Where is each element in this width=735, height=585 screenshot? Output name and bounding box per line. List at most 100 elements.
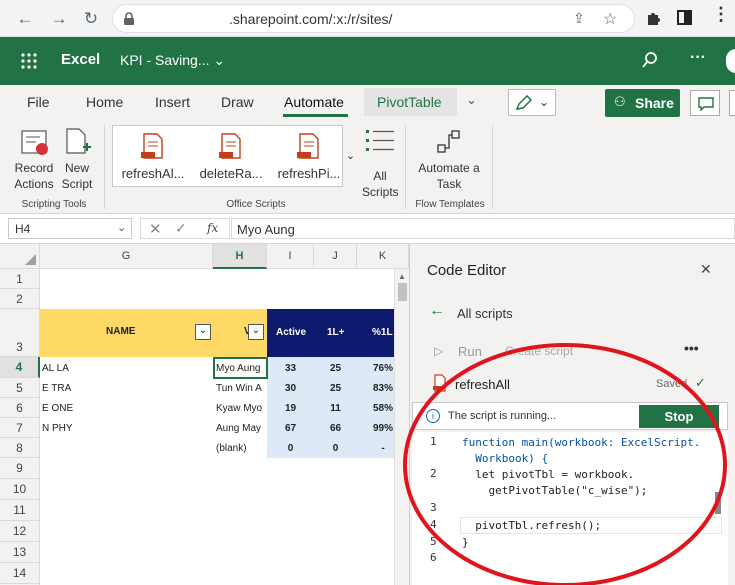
- cell-j6[interactable]: 11: [314, 403, 357, 414]
- scroll-thumb[interactable]: [398, 283, 407, 301]
- cell-j7[interactable]: 66: [314, 423, 357, 434]
- script-tile-refreshall[interactable]: refreshAl...: [115, 128, 191, 184]
- ribbon-divider: [405, 125, 406, 209]
- row-header[interactable]: 7: [0, 418, 40, 438]
- editor-title: Code Editor: [427, 262, 507, 279]
- script-tile-label: refreshAl...: [121, 166, 185, 181]
- active-tab-underline: [283, 114, 348, 117]
- tabs-overflow-chevron-icon[interactable]: ⌄: [466, 92, 477, 108]
- column-header-h[interactable]: H: [213, 244, 267, 269]
- cell-h6[interactable]: Kyaw Myo: [216, 403, 266, 414]
- column-header-k[interactable]: K: [357, 244, 409, 269]
- ribbon-divider: [492, 125, 493, 209]
- comments-button[interactable]: [690, 90, 720, 116]
- select-all-corner[interactable]: [0, 244, 40, 269]
- cell-g7[interactable]: N PHY: [42, 423, 73, 434]
- tab-file[interactable]: File: [27, 94, 50, 110]
- row-header[interactable]: 4: [0, 357, 40, 378]
- share-button[interactable]: ⚇ Share: [605, 89, 680, 117]
- cell-i5[interactable]: 30: [267, 383, 314, 394]
- back-arrow-icon[interactable]: ←: [429, 302, 445, 320]
- star-icon[interactable]: ☆: [603, 9, 617, 29]
- record-actions-button[interactable]: Record Actions: [8, 127, 60, 197]
- cell-g5[interactable]: E TRA: [42, 383, 71, 394]
- more-options-icon[interactable]: ···: [690, 49, 706, 67]
- scroll-up-icon[interactable]: ▲: [398, 272, 406, 281]
- app-name[interactable]: Excel: [61, 51, 100, 68]
- row-header[interactable]: 13: [0, 542, 40, 563]
- cell-h8[interactable]: (blank): [216, 443, 266, 454]
- confirm-icon[interactable]: ✓: [175, 220, 187, 237]
- forward-icon[interactable]: →: [48, 8, 70, 30]
- cell-j5[interactable]: 25: [314, 383, 357, 394]
- cell-i7[interactable]: 67: [267, 423, 314, 434]
- formula-actions: ✕ ✓ fx: [140, 218, 230, 239]
- tab-home[interactable]: Home: [86, 94, 123, 110]
- gallery-expand-chevron-icon[interactable]: ⌄: [342, 125, 358, 187]
- script-tile-refreshpivot[interactable]: refreshPi...: [271, 128, 347, 184]
- automate-task-button[interactable]: Automate a Task: [414, 127, 484, 197]
- url-redacted: [143, 12, 229, 26]
- name-box[interactable]: H4 ⌄: [8, 218, 132, 239]
- row-header[interactable]: 12: [0, 521, 40, 542]
- cell-j4[interactable]: 25: [314, 363, 357, 374]
- tab-draw[interactable]: Draw: [221, 94, 254, 110]
- tab-insert[interactable]: Insert: [155, 94, 190, 110]
- cell-i6[interactable]: 19: [267, 403, 314, 414]
- reload-icon[interactable]: ↻: [80, 8, 102, 30]
- avatar[interactable]: [726, 49, 735, 73]
- pivot-header-1l: 1L+: [327, 327, 345, 338]
- column-header-i[interactable]: I: [267, 244, 314, 269]
- row-header[interactable]: 9: [0, 458, 40, 479]
- comment-icon: [698, 97, 714, 111]
- row-header[interactable]: 6: [0, 398, 40, 418]
- catchup-button[interactable]: [729, 90, 735, 116]
- all-scripts-button[interactable]: All Scripts: [362, 127, 399, 199]
- tab-pivottable[interactable]: PivotTable: [377, 94, 442, 110]
- address-bar[interactable]: .sharepoint.com/:x:/r/sites/ ⇪ ☆: [112, 4, 635, 33]
- extensions-icon[interactable]: [645, 10, 661, 26]
- app-launcher-icon[interactable]: [20, 52, 38, 70]
- all-scripts-label-1: All: [373, 169, 387, 183]
- share-page-icon[interactable]: ⇪: [573, 10, 585, 27]
- cell-j8[interactable]: 0: [314, 443, 357, 454]
- cancel-icon[interactable]: ✕: [149, 220, 162, 238]
- group-label-flow-templates: Flow Templates: [415, 199, 485, 210]
- close-icon[interactable]: ✕: [700, 261, 712, 278]
- new-script-button[interactable]: New Script: [58, 127, 96, 197]
- cell-g6[interactable]: E ONE: [42, 403, 73, 414]
- sidepanel-icon[interactable]: [677, 10, 692, 25]
- cell-h4: Myo Aung: [216, 363, 261, 374]
- row-header[interactable]: 8: [0, 438, 40, 458]
- row-header[interactable]: 14: [0, 563, 40, 584]
- column-header-g[interactable]: G: [40, 244, 213, 269]
- search-icon[interactable]: [641, 51, 659, 69]
- document-title[interactable]: KPI - Saving... ⌄: [120, 52, 225, 69]
- back-icon[interactable]: ←: [14, 8, 36, 30]
- filter-dropdown-icon[interactable]: ⌄: [248, 324, 264, 340]
- row-header[interactable]: 5: [0, 378, 40, 398]
- filter-dropdown-icon[interactable]: ⌄: [195, 324, 211, 340]
- function-icon[interactable]: fx: [207, 221, 218, 235]
- new-script-icon: [66, 128, 91, 154]
- cell-g4[interactable]: AL LA: [42, 363, 69, 374]
- row-header[interactable]: 3: [0, 309, 40, 357]
- row-header[interactable]: 1: [0, 269, 40, 289]
- annotation-circle: [403, 343, 727, 585]
- cell-i8[interactable]: 0: [267, 443, 314, 454]
- browser-menu-icon[interactable]: ⋮: [712, 4, 730, 25]
- formula-input[interactable]: Myo Aung: [231, 218, 735, 239]
- row-header[interactable]: 11: [0, 500, 40, 521]
- tab-automate[interactable]: Automate: [284, 94, 344, 110]
- script-tile-deleterange[interactable]: deleteRa...: [193, 128, 269, 184]
- row-header[interactable]: 2: [0, 289, 40, 309]
- cell-i4[interactable]: 33: [267, 363, 314, 374]
- cell-h5[interactable]: Tun Win A: [216, 383, 266, 394]
- cell-h7[interactable]: Aung May: [216, 423, 266, 434]
- row-header[interactable]: 10: [0, 479, 40, 500]
- editing-mode-button[interactable]: ⌄: [508, 89, 556, 116]
- list-icon: [366, 130, 394, 151]
- column-header-j[interactable]: J: [314, 244, 357, 269]
- ribbon-divider: [104, 125, 105, 209]
- all-scripts-link[interactable]: All scripts: [457, 306, 513, 321]
